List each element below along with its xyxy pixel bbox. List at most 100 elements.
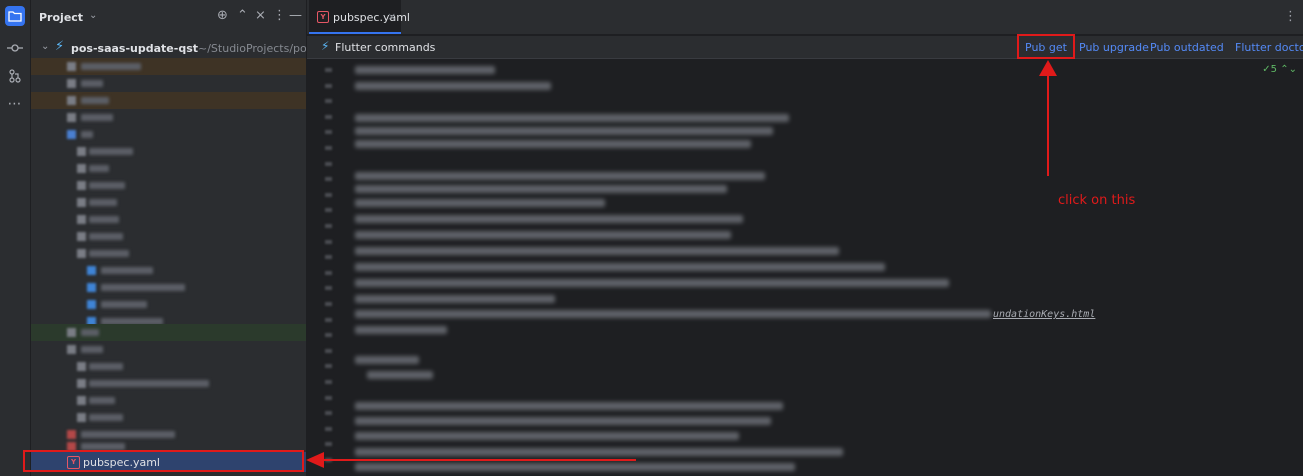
- collapse-all-icon[interactable]: ⨯: [255, 8, 266, 23]
- line-number: [325, 318, 332, 322]
- line-number: [325, 349, 332, 353]
- tree-row[interactable]: [31, 194, 306, 211]
- line-number: [325, 146, 332, 150]
- project-root-node[interactable]: ⌄ ⚡ pos-saas-update-qst ~/StudioProjects…: [31, 38, 306, 58]
- tree-row[interactable]: [31, 324, 306, 341]
- line-number: [325, 302, 332, 306]
- hide-panel-icon[interactable]: —: [289, 8, 302, 23]
- line-number: [325, 333, 332, 337]
- code-line: [355, 247, 839, 255]
- tree-row[interactable]: [31, 375, 306, 392]
- tree-row[interactable]: [31, 75, 306, 92]
- commit-icon[interactable]: [5, 38, 25, 58]
- highlight-box-pubspec: [23, 450, 304, 472]
- tree-row[interactable]: [31, 392, 306, 409]
- code-line: [355, 279, 949, 287]
- chevron-down-icon[interactable]: ⌄: [41, 41, 49, 52]
- line-number: [325, 427, 332, 431]
- tree-row[interactable]: [31, 228, 306, 245]
- line-number: [325, 224, 332, 228]
- project-panel-header: Project ⌄ ⊕ ⌃ ⨯ ⋮ —: [31, 0, 306, 34]
- code-line: [355, 199, 605, 207]
- code-line: [355, 326, 447, 334]
- line-number: [325, 411, 332, 415]
- highlight-box-pub-get: [1017, 34, 1075, 59]
- line-number: [325, 208, 332, 212]
- more-options-icon[interactable]: ⋮: [1284, 9, 1297, 24]
- close-icon[interactable]: ×: [387, 10, 396, 23]
- tab-pubspec-yaml[interactable]: Y pubspec.yaml ×: [309, 0, 410, 34]
- tree-row[interactable]: [31, 177, 306, 194]
- more-tools-icon[interactable]: ⋯: [5, 94, 25, 114]
- inspection-count: 5: [1270, 64, 1278, 75]
- code-line: [355, 185, 727, 193]
- tree-row[interactable]: [31, 143, 306, 160]
- tree-row[interactable]: [31, 262, 306, 279]
- code-line: [355, 172, 765, 180]
- code-url-fragment[interactable]: undationKeys.html: [993, 309, 1095, 320]
- code-line: [355, 114, 789, 122]
- options-menu-icon[interactable]: ⋮: [273, 8, 286, 23]
- code-line: [355, 231, 731, 239]
- code-line: [355, 432, 739, 440]
- line-number-gutter: [307, 58, 347, 476]
- code-line: [355, 417, 771, 425]
- line-number: [325, 271, 332, 275]
- annotation-arrow-left: [306, 452, 636, 468]
- pull-requests-icon[interactable]: [5, 66, 25, 86]
- editor-area: Y pubspec.yaml × ⋮ ⚡ Flutter commands Pu…: [307, 0, 1303, 476]
- code-line: [355, 215, 743, 223]
- inspection-widget[interactable]: ✓5 ⌃⌄: [1262, 64, 1297, 75]
- code-line: [355, 263, 885, 271]
- tree-row[interactable]: [31, 279, 306, 296]
- flutter-commands-title: Flutter commands: [335, 41, 436, 54]
- line-number: [325, 68, 332, 72]
- line-number: [325, 286, 332, 290]
- code-line: [355, 82, 551, 90]
- project-panel-title[interactable]: Project: [39, 11, 83, 24]
- tree-row[interactable]: [31, 341, 306, 358]
- chevron-up-icon[interactable]: ⌃: [1280, 64, 1288, 75]
- code-line: [367, 371, 433, 379]
- code-line: [355, 295, 555, 303]
- tree-row[interactable]: [31, 245, 306, 262]
- tree-row[interactable]: [31, 109, 306, 126]
- pub-upgrade-link[interactable]: Pub upgrade: [1079, 41, 1149, 54]
- line-number: [325, 442, 332, 446]
- line-number: [325, 99, 332, 103]
- project-tool-window: Project ⌄ ⊕ ⌃ ⨯ ⋮ — ⌄ ⚡ pos-saas-update-…: [31, 0, 306, 476]
- tree-row[interactable]: [31, 358, 306, 375]
- code-line: [355, 402, 783, 410]
- code-line: [355, 66, 495, 74]
- yaml-file-icon: Y: [317, 11, 329, 23]
- tree-row[interactable]: [31, 126, 306, 143]
- line-number: [325, 255, 332, 259]
- pub-outdated-link[interactable]: Pub outdated: [1150, 41, 1224, 54]
- project-root-name: pos-saas-update-qst: [71, 42, 199, 55]
- line-number: [325, 115, 332, 119]
- tree-row[interactable]: [31, 92, 306, 109]
- line-number: [325, 162, 332, 166]
- flutter-commands-bar: ⚡ Flutter commands Pub get Pub upgrade P…: [307, 36, 1303, 59]
- line-number: [325, 240, 332, 244]
- line-number: [325, 177, 332, 181]
- tree-row[interactable]: [31, 160, 306, 177]
- tool-window-strip: ⋯: [0, 0, 31, 476]
- tree-row[interactable]: [31, 409, 306, 426]
- editor-tab-bar: Y pubspec.yaml × ⋮: [307, 0, 1303, 34]
- expand-all-icon[interactable]: ⌃: [237, 8, 248, 23]
- chevron-down-icon[interactable]: ⌄: [89, 10, 97, 21]
- locate-file-icon[interactable]: ⊕: [217, 8, 228, 23]
- flutter-logo-icon: ⚡: [321, 39, 330, 53]
- tree-row[interactable]: [31, 58, 306, 75]
- flutter-doctor-link[interactable]: Flutter doctor: [1235, 41, 1303, 54]
- tree-row[interactable]: [31, 296, 306, 313]
- code-line: [355, 127, 773, 135]
- check-icon: ✓: [1262, 64, 1271, 75]
- flutter-logo-icon: ⚡: [55, 39, 65, 54]
- code-line: [355, 310, 991, 318]
- tree-row[interactable]: [31, 211, 306, 228]
- chevron-down-icon[interactable]: ⌄: [1289, 64, 1297, 75]
- project-folder-icon[interactable]: [5, 6, 25, 26]
- line-number: [325, 396, 332, 400]
